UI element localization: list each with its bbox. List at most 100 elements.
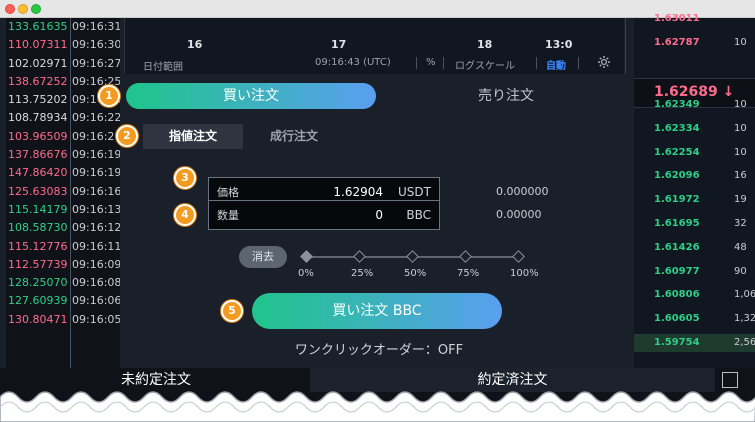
- price-chart[interactable]: 16 17 18 13:0 日付範囲 09:16:43 (UTC) % ログスケ…: [124, 18, 626, 74]
- submit-buy-button[interactable]: 買い注文 BBC: [252, 293, 502, 329]
- bid-row[interactable]: 1.61426 48: [634, 239, 755, 257]
- app-window: 133.61635 09:16:31 110.07311 09:16:30 102.02…: [0, 0, 755, 422]
- slider-stop-label: 0%: [298, 268, 314, 279]
- amount-unit: BBC: [406, 208, 431, 222]
- bid-price: 1.60806: [654, 289, 700, 301]
- divider: [578, 57, 579, 69]
- bid-price: 1.61695: [654, 218, 700, 229]
- trade-price: 128.25070: [8, 276, 68, 290]
- step-badge: 3: [174, 167, 196, 189]
- log-scale-toggle[interactable]: ログスケール: [455, 57, 515, 72]
- auto-scale-toggle[interactable]: 自動: [546, 57, 566, 72]
- bid-price: 1.62096: [654, 170, 700, 182]
- bid-row[interactable]: 1.61972 19: [634, 191, 755, 209]
- bid-price: 1.59754: [654, 337, 700, 348]
- bid-qty: 19: [734, 194, 747, 206]
- trade-row: 108.78934 09:16:22: [6, 109, 120, 127]
- price-unit: USDT: [398, 185, 431, 199]
- bid-qty: 1,32: [734, 313, 755, 325]
- bid-price: 1.62349: [654, 99, 700, 110]
- trade-price: 110.07311: [8, 38, 68, 52]
- bid-row[interactable]: 1.62096 16: [634, 167, 755, 185]
- chart-border: [625, 18, 626, 74]
- slider-stop-label: 75%: [457, 268, 480, 279]
- slider-stop[interactable]: [300, 250, 313, 263]
- slider-stop[interactable]: [512, 250, 525, 263]
- bid-qty: 1,06: [734, 289, 755, 301]
- trade-price: 130.80471: [8, 312, 68, 326]
- amount-value[interactable]: 0: [375, 208, 383, 222]
- percent-toggle[interactable]: %: [426, 57, 436, 68]
- price-value[interactable]: 1.62904: [333, 185, 383, 199]
- bid-row[interactable]: 1.60977 90: [634, 263, 755, 281]
- divider: [443, 57, 444, 69]
- trade-row: 137.86676 09:16:19: [6, 146, 120, 164]
- ask-row[interactable]: 1.63011: [634, 10, 755, 28]
- zoom-window-icon[interactable]: [31, 4, 41, 14]
- trade-row: 115.12776 09:16:11: [6, 238, 120, 256]
- chart-axis-label: 17: [331, 38, 347, 51]
- bid-row[interactable]: 1.59754 2,56: [634, 334, 755, 352]
- trade-price: 147.86420: [8, 166, 68, 180]
- trade-time: 09:16:11: [72, 239, 120, 253]
- trade-time: 09:16:27: [72, 56, 120, 70]
- tab-sell-order[interactable]: 売り注文: [406, 83, 606, 109]
- trade-row: 125.63083 09:16:16: [6, 183, 120, 201]
- step-badge: 1: [98, 85, 120, 107]
- bid-row[interactable]: 1.62349 10: [634, 96, 755, 114]
- bid-qty: 10: [734, 146, 747, 158]
- trade-time: 09:16:19: [72, 166, 120, 180]
- tab-limit-order[interactable]: 指値注文: [143, 124, 243, 149]
- trade-price: 138.67252: [8, 74, 68, 88]
- bid-qty: 16: [734, 170, 747, 182]
- minimize-window-icon[interactable]: [18, 4, 28, 14]
- amount-total: 0.00000: [496, 208, 542, 221]
- trade-price: 127.60939: [8, 294, 68, 308]
- trade-row: 103.96509 09:16:21: [6, 128, 120, 146]
- bid-row[interactable]: 1.60806 1,06: [634, 286, 755, 304]
- close-window-icon[interactable]: [5, 4, 15, 14]
- ask-qty: 10: [734, 37, 747, 48]
- trade-history: 133.61635 09:16:31 110.07311 09:16:30 102.02…: [6, 18, 120, 368]
- trade-price: 108.58730: [8, 221, 68, 235]
- trade-row: 102.02971 09:16:27: [6, 55, 120, 73]
- ask-row[interactable]: 1.62787 10: [634, 34, 755, 52]
- trade-time: 09:16:16: [72, 184, 120, 198]
- trade-time: 09:16:13: [72, 202, 120, 216]
- bid-price: 1.62334: [654, 122, 700, 134]
- tab-market-order[interactable]: 成行注文: [254, 124, 334, 149]
- gear-icon[interactable]: [597, 55, 611, 72]
- amount-field[interactable]: 数量 0 BBC: [208, 200, 440, 230]
- slider-stop-label: 25%: [351, 268, 374, 279]
- slider-stop-label: 50%: [404, 268, 427, 279]
- slider-stop[interactable]: [353, 250, 366, 263]
- trade-price: 113.75202: [8, 93, 68, 107]
- date-range-button[interactable]: 日付範囲: [143, 58, 183, 73]
- trade-time: 09:16:08: [72, 276, 120, 290]
- divider: [536, 57, 537, 69]
- trade-price: 125.63083: [8, 184, 68, 198]
- bid-price: 1.61426: [654, 241, 700, 253]
- step-badge: 5: [221, 300, 243, 322]
- step-badge: 4: [174, 204, 196, 226]
- trade-row: 147.86420 09:16:19: [6, 164, 120, 182]
- trade-time: 09:16:09: [72, 257, 120, 271]
- trade-price: 112.57739: [8, 257, 68, 271]
- price-total: 0.000000: [496, 185, 549, 198]
- bid-row[interactable]: 1.62254 10: [634, 144, 755, 162]
- slider-stop[interactable]: [459, 250, 472, 263]
- trade-price: 137.86676: [8, 148, 68, 162]
- amount-slider[interactable]: 0% 25% 50% 75% 100%: [298, 250, 539, 290]
- one-click-order-status[interactable]: ワンクリックオーダー：OFF: [274, 339, 484, 358]
- trade-row: 110.07311 09:16:30: [6, 36, 120, 54]
- tab-buy-order[interactable]: 買い注文: [126, 83, 376, 109]
- bid-qty: 2,56: [734, 337, 755, 348]
- price-label: 価格: [217, 186, 239, 199]
- clear-button[interactable]: 消去: [239, 246, 287, 268]
- trade-price: 102.02971: [8, 56, 68, 70]
- bid-qty: 48: [734, 241, 747, 253]
- bid-row[interactable]: 1.61695 32: [634, 215, 755, 233]
- slider-stop[interactable]: [406, 250, 419, 263]
- bid-row[interactable]: 1.62334 10: [634, 120, 755, 138]
- bid-row[interactable]: 1.60605 1,32: [634, 310, 755, 328]
